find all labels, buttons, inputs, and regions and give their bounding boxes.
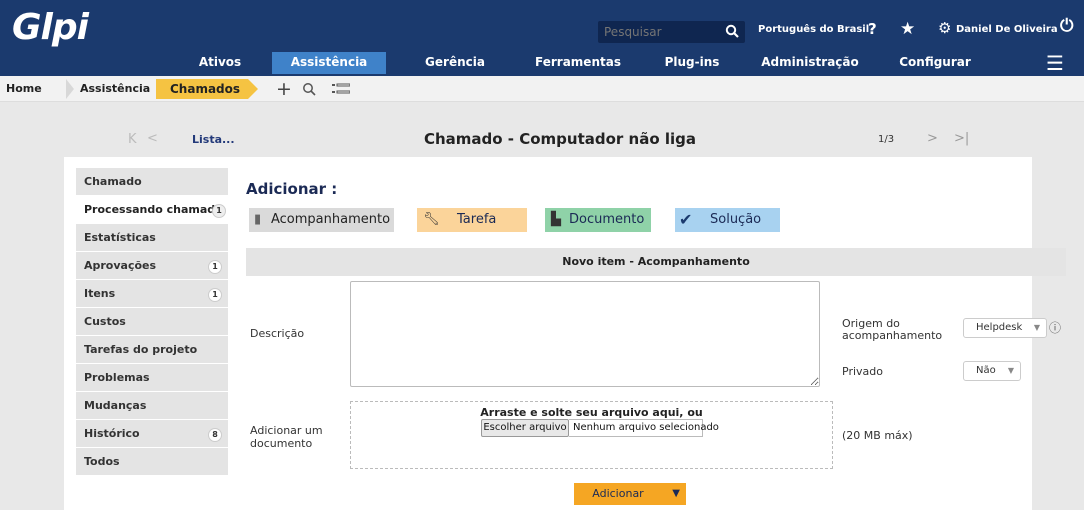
menu-configurar[interactable]: Configurar — [890, 52, 980, 74]
tab-label: Tarefas do projeto — [84, 343, 198, 356]
origem-label: Origem do acompanhamento — [842, 317, 943, 342]
add-submit-button[interactable]: Adicionar ▼ — [574, 483, 686, 505]
list-icon[interactable] — [332, 83, 350, 95]
tab-label: Todos — [84, 455, 120, 468]
gear-icon[interactable]: ⚙ — [938, 19, 951, 37]
page-title: Chamado - Computador não liga — [423, 130, 697, 148]
breadcrumb-assistencia[interactable]: Assistência — [74, 79, 150, 99]
descricao-textarea[interactable] — [350, 281, 820, 387]
tab-tarefas-projeto[interactable]: Tarefas do projeto — [76, 336, 228, 364]
tab-label: Estatísticas — [84, 231, 156, 244]
check-icon: ✔ — [679, 210, 693, 229]
count-badge: 8 — [208, 428, 222, 442]
acompanhamento-button[interactable]: ▮ Acompanhamento — [249, 208, 394, 232]
tab-mudancas[interactable]: Mudanças — [76, 392, 228, 420]
logout-icon[interactable]: ⏻ — [1060, 16, 1073, 36]
star-icon[interactable]: ★ — [900, 19, 915, 39]
tab-chamado[interactable]: Chamado — [76, 168, 228, 196]
breadcrumb-chamados[interactable]: Chamados — [170, 79, 240, 99]
menu-gerencia[interactable]: Gerência — [420, 52, 490, 74]
ticket-tabs-sidebar: Chamado Processando chamado 1 Estatística… — [76, 168, 228, 476]
search-icon[interactable] — [725, 24, 739, 38]
dropdown-arrow-icon[interactable]: ▼ — [672, 483, 680, 505]
choose-file-button[interactable]: Escolher arquivo — [481, 419, 569, 437]
button-label: Acompanhamento — [271, 212, 391, 227]
tab-todos[interactable]: Todos — [76, 448, 228, 476]
documento-button[interactable]: ▙ Documento — [545, 208, 651, 232]
tab-aprovacoes[interactable]: Aprovações 1 — [76, 252, 228, 280]
file-icon: ▙ — [551, 212, 561, 227]
solucao-button[interactable]: ✔ Solução — [675, 208, 780, 232]
comment-icon: ▮ — [254, 212, 262, 227]
tab-custos[interactable]: Custos — [76, 308, 228, 336]
select-value: Não — [976, 365, 996, 376]
dropzone-text: Arraste e solte seu arquivo aqui, ou — [480, 406, 703, 419]
nav-last-icon[interactable]: >| — [954, 131, 969, 146]
tab-processando-chamado[interactable]: Processando chamado 1 — [76, 196, 228, 224]
hamburger-menu-icon[interactable]: ☰ — [1046, 51, 1064, 75]
privado-select[interactable]: Não ▼ — [963, 361, 1021, 381]
tab-label: Chamado — [84, 175, 142, 188]
tab-label: Mudanças — [84, 399, 147, 412]
help-icon[interactable]: ? — [868, 20, 877, 38]
menu-plugins[interactable]: Plug-ins — [660, 52, 724, 74]
documento-label: Adicionar um documento — [250, 424, 323, 450]
top-header — [0, 0, 1084, 48]
menu-ativos[interactable]: Ativos — [190, 52, 250, 74]
tarefa-button[interactable]: 🔧︎ Tarefa — [417, 208, 527, 232]
nav-first-icon[interactable]: K — [128, 132, 137, 147]
nav-next-icon[interactable]: > — [927, 131, 938, 146]
tab-historico[interactable]: Histórico 8 — [76, 420, 228, 448]
tab-label: Processando chamado — [84, 203, 223, 216]
glpi-logo[interactable]: Glpi — [12, 10, 89, 46]
count-badge: 1 — [208, 288, 222, 302]
menu-ferramentas[interactable]: Ferramentas — [528, 52, 628, 74]
submit-label: Adicionar — [592, 487, 644, 500]
tab-itens[interactable]: Itens 1 — [76, 280, 228, 308]
add-icon[interactable]: + — [276, 79, 292, 99]
tab-problemas[interactable]: Problemas — [76, 364, 228, 392]
nav-prev-icon[interactable]: < — [147, 131, 158, 146]
count-badge: 1 — [212, 204, 226, 218]
select-value: Helpdesk — [976, 322, 1023, 333]
chevron-down-icon: ▼ — [1033, 323, 1040, 332]
menu-assistencia[interactable]: Assistência — [272, 52, 386, 74]
count-badge: 1 — [208, 260, 222, 274]
breadcrumb-separator — [66, 79, 74, 99]
button-label: Solução — [710, 212, 762, 227]
new-item-header: Novo item - Acompanhamento — [246, 248, 1066, 276]
file-status: Nenhum arquivo selecionado — [569, 419, 719, 437]
search-input[interactable] — [604, 24, 716, 40]
user-link[interactable]: Daniel De Oliveira — [956, 24, 1058, 35]
chevron-down-icon: ▼ — [1007, 366, 1014, 375]
origem-select[interactable]: Helpdesk ▼ — [963, 318, 1047, 338]
info-icon[interactable]: ⓘ — [1049, 319, 1061, 336]
button-label: Documento — [569, 212, 645, 227]
descricao-label: Descrição — [250, 327, 305, 340]
breadcrumb-home[interactable]: Home — [4, 79, 66, 99]
tab-label: Itens — [84, 287, 116, 300]
tab-label: Custos — [84, 315, 126, 328]
nav-counter: 1/3 — [878, 134, 895, 145]
tab-label: Aprovações — [84, 259, 157, 272]
tab-estatisticas[interactable]: Estatísticas — [76, 224, 228, 252]
search-icon[interactable] — [302, 82, 316, 96]
wrench-icon: 🔧︎ — [423, 212, 440, 227]
privado-label: Privado — [842, 365, 883, 378]
tab-label: Histórico — [84, 427, 140, 440]
max-size-note: (20 MB máx) — [842, 429, 913, 442]
nav-list-link[interactable]: Lista... — [192, 133, 235, 146]
button-label: Tarefa — [457, 212, 497, 227]
search-box — [598, 21, 745, 43]
add-heading: Adicionar : — [246, 180, 338, 198]
menu-administracao[interactable]: Administração — [760, 52, 860, 74]
tab-label: Problemas — [84, 371, 150, 384]
language-link[interactable]: Português do Brasil — [758, 24, 869, 35]
breadcrumb-current-arrow — [248, 79, 258, 99]
